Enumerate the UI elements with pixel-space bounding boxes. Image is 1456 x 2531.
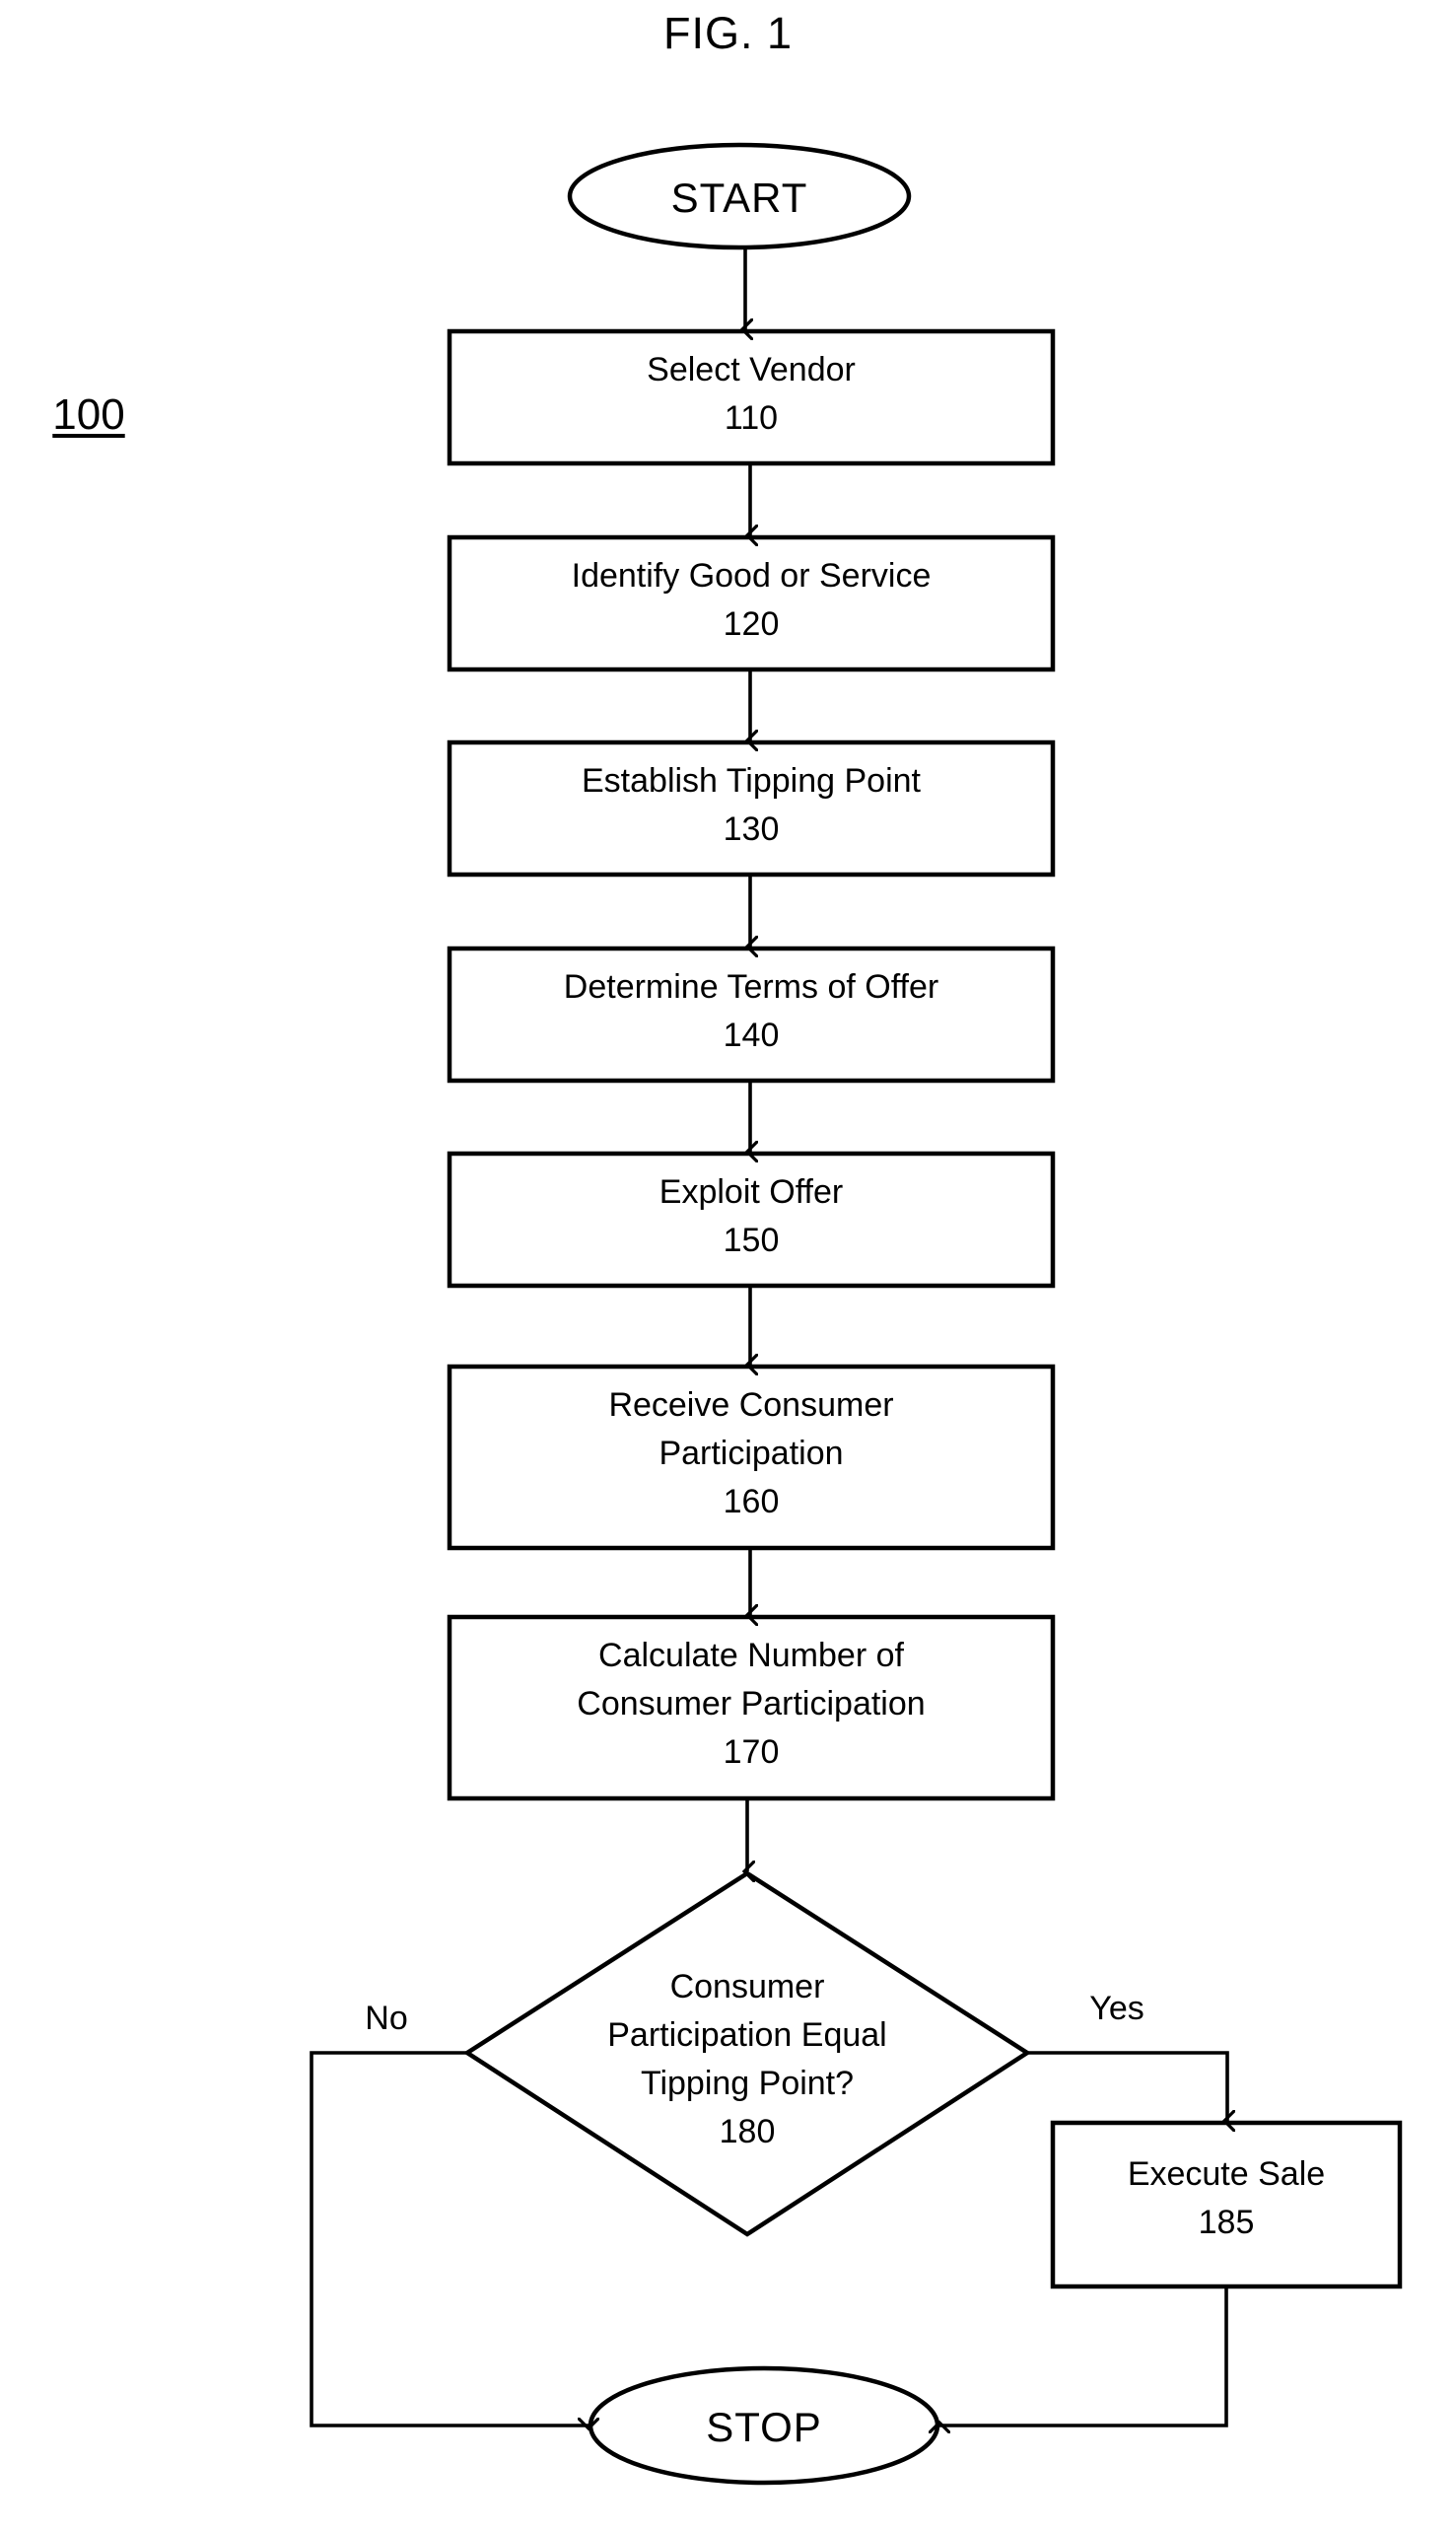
- step-110-text: Select Vendor: [647, 351, 856, 388]
- step-140-text: Determine Terms of Offer: [563, 968, 939, 1006]
- step-160-text-line2: Participation: [659, 1435, 844, 1472]
- step-130-text: Establish Tipping Point: [582, 762, 921, 800]
- step-120-ref: 120: [723, 605, 780, 643]
- connector-185-stop: [939, 2286, 1228, 2426]
- connector-180-yes-185: [1027, 2051, 1227, 2121]
- step-180-text-line1: Consumer: [669, 1968, 825, 2005]
- branch-label-yes: Yes: [1089, 1990, 1144, 2027]
- step-130-ref: 130: [723, 810, 780, 848]
- step-150-text: Exploit Offer: [659, 1173, 844, 1211]
- figure-canvas: FIG. 1 100 START Select Vendor 110 Ident…: [0, 0, 1456, 2531]
- figure-title: FIG. 1: [662, 8, 794, 58]
- branch-label-no: No: [365, 2000, 408, 2037]
- step-180-text-line2: Participation Equal: [607, 2016, 887, 2054]
- step-110-ref: 110: [724, 399, 779, 437]
- step-160-text-line1: Receive Consumer: [608, 1386, 894, 1424]
- step-170-ref: 170: [723, 1733, 780, 1771]
- step-185-text: Execute Sale: [1127, 2155, 1326, 2193]
- step-140-ref: 140: [723, 1017, 780, 1054]
- step-180-ref: 180: [719, 2113, 776, 2150]
- step-185-ref: 185: [1198, 2204, 1255, 2241]
- stop-terminal-label: STOP: [706, 2404, 822, 2450]
- figure-reference-numeral: 100: [52, 390, 125, 439]
- step-120-text: Identify Good or Service: [571, 557, 932, 595]
- step-150-ref: 150: [723, 1222, 780, 1259]
- connector-180-no-stop: [310, 2051, 589, 2426]
- start-terminal-label: START: [670, 175, 808, 221]
- step-170-text-line1: Calculate Number of: [598, 1637, 904, 1674]
- step-180-text-line3: Tipping Point?: [640, 2065, 855, 2102]
- step-170-text-line2: Consumer Participation: [577, 1685, 926, 1722]
- step-160-ref: 160: [723, 1483, 780, 1520]
